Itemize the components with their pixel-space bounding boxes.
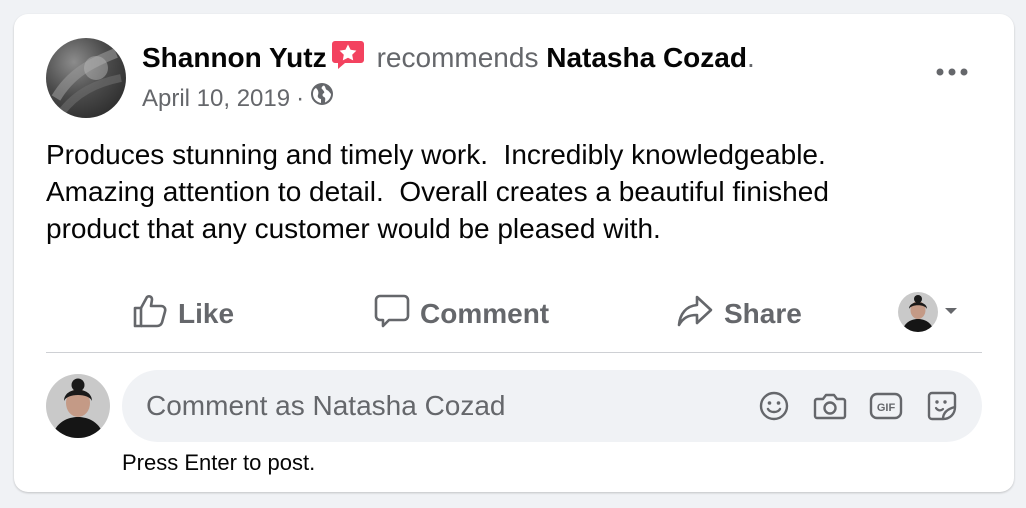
emoji-icon[interactable] (756, 388, 792, 424)
post-actions: Like Comment Share (46, 286, 982, 342)
comment-composer: GIF (122, 370, 982, 442)
recommendation-star-icon (331, 39, 365, 82)
author-avatar[interactable] (46, 38, 126, 118)
like-button[interactable]: Like (132, 286, 234, 342)
post-card: Shannon Yutz recommends Natasha Cozad. A… (14, 14, 1014, 492)
post-text: Produces stunning and timely work. Incre… (46, 139, 829, 244)
share-button[interactable]: Share (676, 286, 802, 342)
recommended-page-name[interactable]: Natasha Cozad (546, 42, 747, 73)
post-date[interactable]: April 10, 2019 (142, 82, 290, 116)
comment-button[interactable]: Comment (374, 286, 549, 342)
post-as-selector[interactable] (898, 292, 958, 332)
caret-down-icon (944, 303, 958, 321)
commenter-avatar[interactable] (46, 374, 110, 438)
author-avatar-image (51, 48, 122, 116)
post-header: Shannon Yutz recommends Natasha Cozad. A… (142, 38, 894, 116)
more-options-button[interactable] (930, 54, 974, 90)
composer-tools: GIF (756, 388, 982, 424)
comment-label: Comment (420, 298, 550, 329)
share-arrow-icon (676, 293, 714, 336)
comment-input[interactable] (122, 389, 756, 423)
recommends-label: recommends (376, 42, 539, 73)
actions-divider (46, 352, 982, 353)
thumbs-up-icon (132, 293, 168, 336)
post-meta: April 10, 2019 · (142, 82, 894, 116)
camera-icon[interactable] (812, 388, 848, 424)
composer-hint: Press Enter to post. (122, 450, 316, 475)
like-label: Like (178, 298, 235, 329)
speech-bubble-icon (374, 293, 410, 336)
sticker-icon[interactable] (924, 388, 960, 424)
viewer-avatar (898, 292, 938, 332)
title-period: . (746, 42, 755, 73)
author-name[interactable]: Shannon Yutz (142, 42, 327, 73)
more-options-icon (936, 68, 968, 76)
gif-label: GIF (877, 402, 896, 414)
meta-separator: · (296, 85, 305, 112)
gif-icon[interactable]: GIF (868, 388, 904, 424)
share-label: Share (724, 298, 802, 329)
globe-icon[interactable] (310, 82, 334, 116)
post-title-line: Shannon Yutz recommends Natasha Cozad. (142, 38, 894, 82)
